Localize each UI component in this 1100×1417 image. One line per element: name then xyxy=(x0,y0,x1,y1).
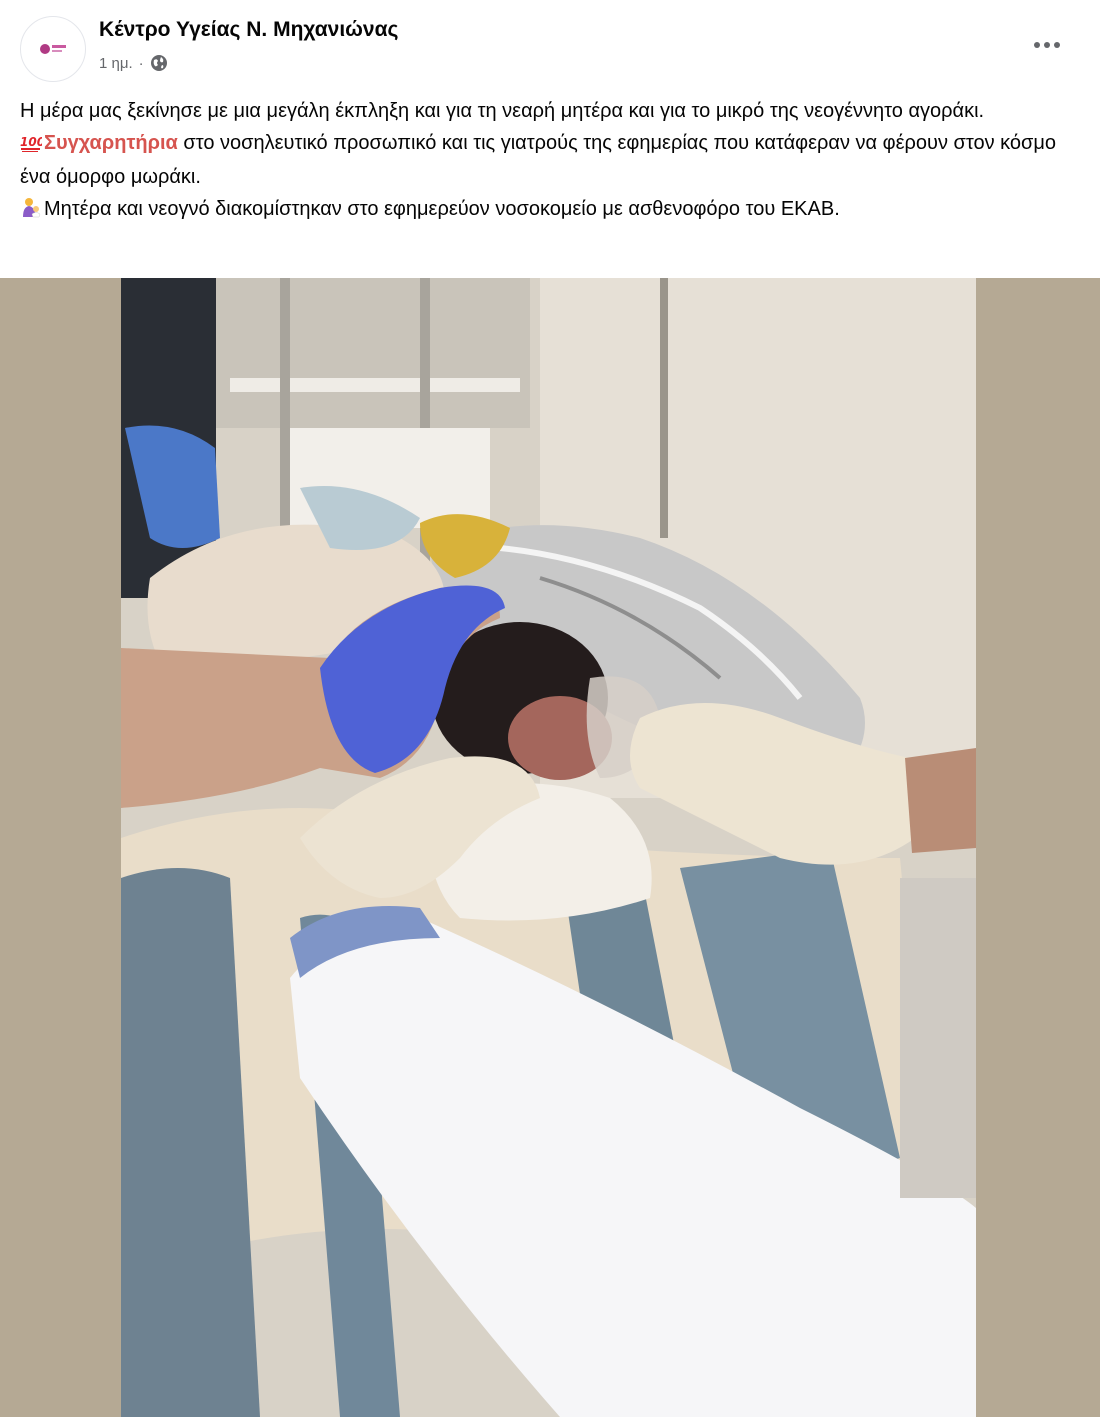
post-header: Κέντρο Υγείας Ν. Μηχανιώνας 1 ημ. · xyxy=(0,0,1100,90)
post-paragraph-3: Μητέρα και νεογνό διακομίστηκαν στο εφημ… xyxy=(20,194,1080,229)
post-timestamp[interactable]: 1 ημ. xyxy=(99,55,133,72)
hundred-points-icon: 100 xyxy=(20,131,45,163)
post-meta: 1 ημ. · xyxy=(99,54,168,72)
health-center-logo xyxy=(38,42,68,56)
meta-separator: · xyxy=(138,54,144,72)
post-text: Η μέρα μας ξεκίνησε με μια μεγάλη έκπληξ… xyxy=(20,96,1080,228)
post-paragraph-1: Η μέρα μας ξεκίνησε με μια μεγάλη έκπληξ… xyxy=(20,100,985,122)
more-options-button[interactable] xyxy=(1028,30,1066,60)
page-avatar[interactable] xyxy=(20,16,86,82)
globe-icon[interactable] xyxy=(150,54,168,72)
svg-text:100: 100 xyxy=(20,135,42,149)
page-name[interactable]: Κέντρο Υγείας Ν. Μηχανιώνας xyxy=(99,18,398,42)
facebook-post: Κέντρο Υγείας Ν. Μηχανιώνας 1 ημ. · Η μέ xyxy=(0,0,1100,1417)
post-paragraph-3-text: Μητέρα και νεογνό διακομίστηκαν στο εφημ… xyxy=(44,197,840,220)
congratulations-highlight: Συγχαρητήρια xyxy=(44,131,178,154)
post-photo[interactable] xyxy=(0,278,1100,1417)
person-feeding-baby-icon xyxy=(20,196,42,229)
post-paragraph-2: 100 Συγχαρητήρια στο νοσηλευτικό προσωπι… xyxy=(20,128,1080,194)
more-options-icon xyxy=(1034,42,1060,48)
